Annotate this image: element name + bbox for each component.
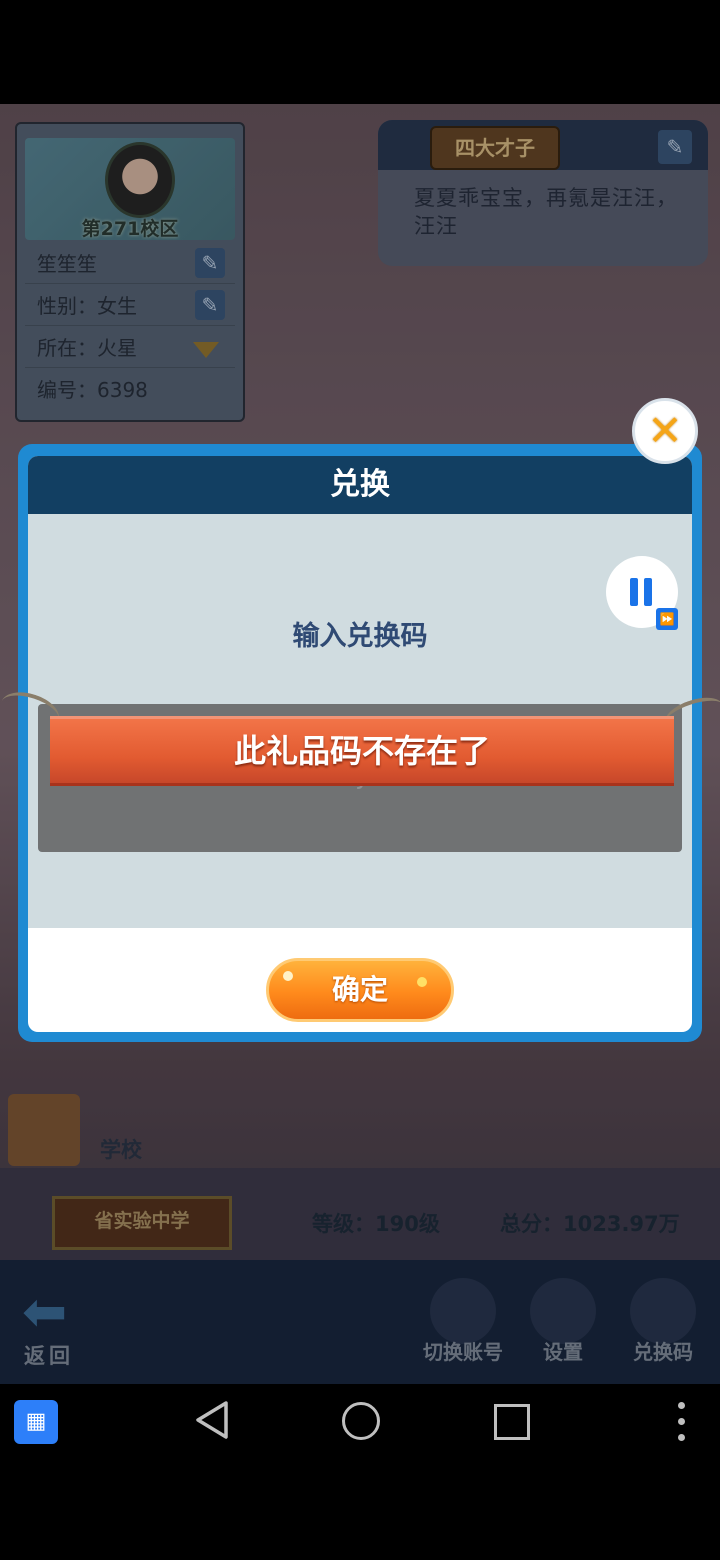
system-nav-bar: ▦ <box>0 1384 720 1456</box>
dialog-header: 兑换 <box>28 456 692 514</box>
confirm-label: 确定 <box>331 973 388 1006</box>
error-toast-banner: 此礼品码不存在了 <box>50 716 674 786</box>
system-home-icon[interactable] <box>342 1402 380 1440</box>
dialog-title: 兑换 <box>330 467 390 502</box>
system-recents-icon[interactable] <box>494 1404 530 1440</box>
button-shine <box>417 977 427 987</box>
more-options-icon[interactable] <box>678 1402 686 1442</box>
app-grid-icon[interactable]: ▦ <box>14 1400 58 1444</box>
button-shine <box>283 971 293 981</box>
close-button[interactable]: ✕ <box>632 398 698 464</box>
toast-message: 此礼品码不存在了 <box>233 732 490 770</box>
confirm-button[interactable]: 确定 <box>266 958 454 1022</box>
fast-forward-icon[interactable]: ⏩ <box>656 608 678 630</box>
system-back-icon[interactable] <box>194 1400 230 1440</box>
pause-icon <box>630 578 654 606</box>
code-prompt: 输入兑换码 <box>292 621 428 652</box>
close-icon: ✕ <box>647 406 683 455</box>
